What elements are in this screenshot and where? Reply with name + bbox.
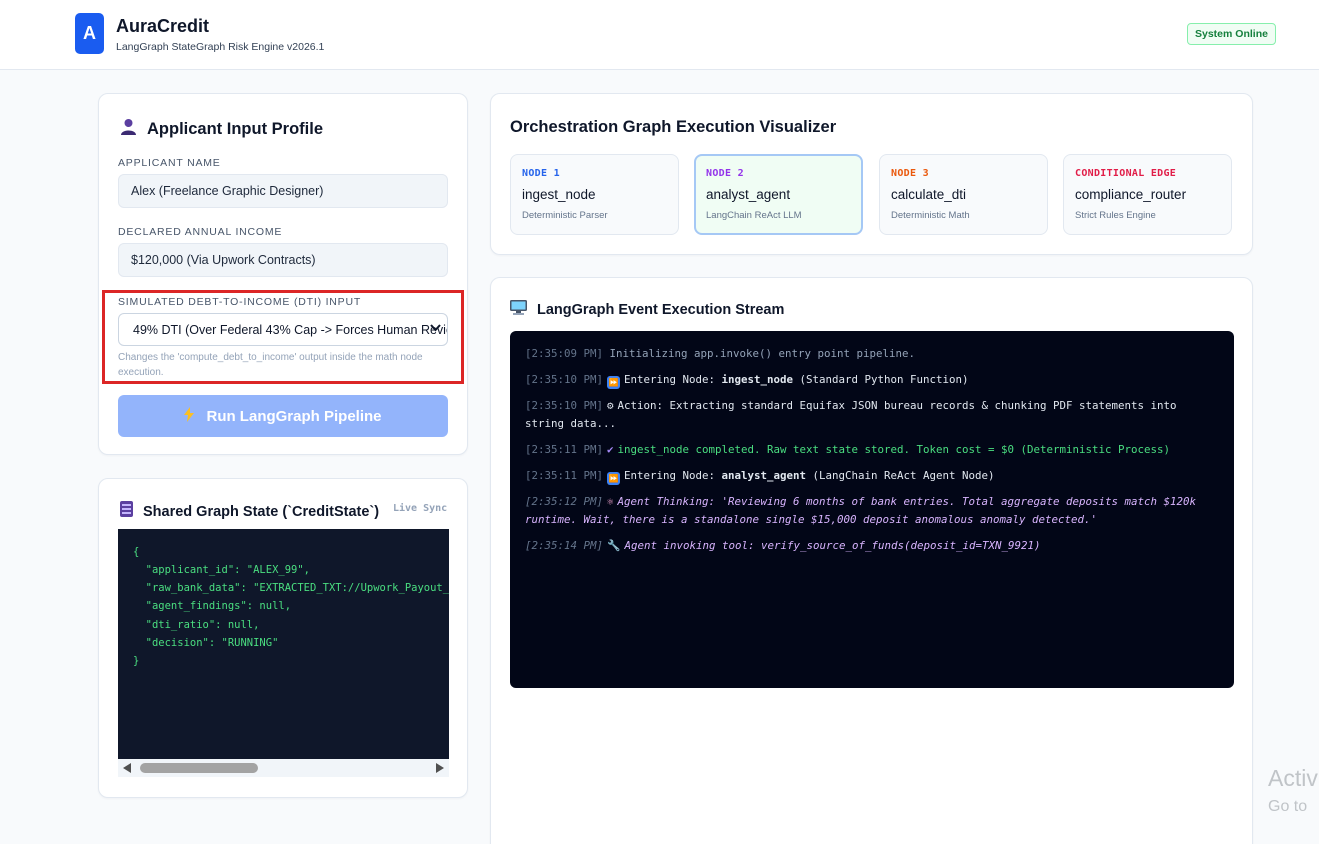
- log-entry: [2:35:10 PM] ⏩ Entering Node: ingest_node …: [525, 373, 969, 389]
- app-header: A AuraCredit LangGraph StateGraph Risk E…: [0, 0, 1319, 70]
- state-line: "agent_findings": null,: [133, 600, 292, 612]
- applicant-profile-card: Applicant Input Profile APPLICANT NAME A…: [98, 93, 468, 455]
- node-tag: NODE 1: [522, 168, 560, 179]
- graph-node-dti[interactable]: NODE 3 calculate_dti Deterministic Math: [879, 154, 1048, 235]
- node-tag: NODE 3: [891, 168, 929, 179]
- activation-watermark: Activ: [1268, 765, 1318, 791]
- run-pipeline-button[interactable]: Run LangGraph Pipeline: [118, 395, 448, 437]
- graph-node-analyst[interactable]: NODE 2 analyst_agent LangChain ReAct LLM: [694, 154, 863, 235]
- activation-watermark-sub: Go to: [1268, 798, 1308, 815]
- app-logo: A: [75, 13, 104, 54]
- log-entry: [2:35:10 PM] ⚙ Action: Extracting standard…: [525, 399, 1177, 430]
- database-icon: [120, 501, 133, 522]
- applicant-name-label: APPLICANT NAME: [118, 157, 221, 169]
- shared-state-card: Shared Graph State (`CreditState`) Live …: [98, 478, 468, 798]
- state-line: }: [133, 655, 140, 667]
- scroll-right-icon[interactable]: [436, 763, 444, 773]
- node-name: calculate_dti: [891, 187, 967, 202]
- log-entry: [2:35:09 PM] Initializing app.invoke() e…: [525, 347, 916, 360]
- node-desc: Deterministic Parser: [522, 210, 608, 221]
- state-code-panel[interactable]: { "applicant_id": "ALEX_99", "raw_bank_d…: [118, 529, 449, 759]
- event-terminal[interactable]: [2:35:09 PM] Initializing app.invoke() e…: [510, 331, 1234, 688]
- node-name: analyst_agent: [706, 187, 791, 202]
- state-card-title: Shared Graph State (`CreditState`): [120, 501, 379, 522]
- node-desc: Strict Rules Engine: [1075, 210, 1156, 221]
- lightning-icon: [184, 407, 195, 425]
- app-subtitle: LangGraph StateGraph Risk Engine v2026.1: [116, 41, 325, 53]
- play-icon: ⏩: [607, 376, 621, 389]
- status-badge: System Online: [1187, 23, 1276, 45]
- dti-highlight-frame: [102, 290, 464, 384]
- node-desc: Deterministic Math: [891, 210, 970, 221]
- play-icon: ⏩: [607, 472, 621, 485]
- stream-card-title: LangGraph Event Execution Stream: [510, 300, 784, 320]
- node-desc: LangChain ReAct LLM: [706, 210, 802, 221]
- node-name: compliance_router: [1075, 187, 1187, 202]
- orchestration-title: Orchestration Graph Execution Visualizer: [510, 118, 837, 136]
- income-label: DECLARED ANNUAL INCOME: [118, 226, 283, 238]
- gear-icon: ⚙: [607, 399, 614, 412]
- applicant-card-title: Applicant Input Profile: [120, 118, 323, 140]
- state-line: "decision": "RUNNING": [133, 637, 279, 649]
- scroll-thumb[interactable]: [140, 763, 258, 773]
- wrench-icon: 🔧: [607, 539, 621, 552]
- applicant-name-field[interactable]: Alex (Freelance Graphic Designer): [118, 174, 448, 208]
- graph-node-router[interactable]: CONDITIONAL EDGE compliance_router Stric…: [1063, 154, 1232, 235]
- node-name: ingest_node: [522, 187, 596, 202]
- state-horizontal-scrollbar[interactable]: [118, 759, 449, 777]
- orchestration-card: Orchestration Graph Execution Visualizer…: [490, 93, 1253, 255]
- event-stream-card: LangGraph Event Execution Stream [2:35:0…: [490, 277, 1253, 844]
- log-entry: [2:35:11 PM] ✔ ingest_node completed. Raw …: [525, 441, 1215, 459]
- node-tag: NODE 2: [706, 168, 744, 179]
- state-line: "applicant_id": "ALEX_99",: [133, 564, 311, 576]
- log-entry: [2:35:11 PM] ⏩ Entering Node: analyst_agen…: [525, 469, 995, 485]
- state-line: {: [133, 546, 140, 558]
- graph-node-ingest[interactable]: NODE 1 ingest_node Deterministic Parser: [510, 154, 679, 235]
- income-field[interactable]: $120,000 (Via Upwork Contracts): [118, 243, 448, 277]
- log-entry: [2:35:14 PM] 🔧 Agent invoking tool: verify…: [525, 537, 1215, 555]
- user-icon: [120, 118, 137, 140]
- check-icon: ✔: [607, 443, 614, 456]
- brain-icon: ⚛: [607, 495, 614, 508]
- monitor-icon: [510, 300, 527, 320]
- live-sync-label: Live Sync: [393, 503, 448, 514]
- state-line: "dti_ratio": null,: [133, 619, 260, 631]
- log-entry: [2:35:12 PM] ⚛ Agent Thinking: 'Reviewing …: [525, 495, 1197, 526]
- node-tag: CONDITIONAL EDGE: [1075, 168, 1177, 179]
- state-line: "raw_bank_data": "EXTRACTED_TXT://Upwork…: [133, 582, 449, 594]
- scroll-left-icon[interactable]: [123, 763, 131, 773]
- app-title: AuraCredit: [116, 16, 210, 36]
